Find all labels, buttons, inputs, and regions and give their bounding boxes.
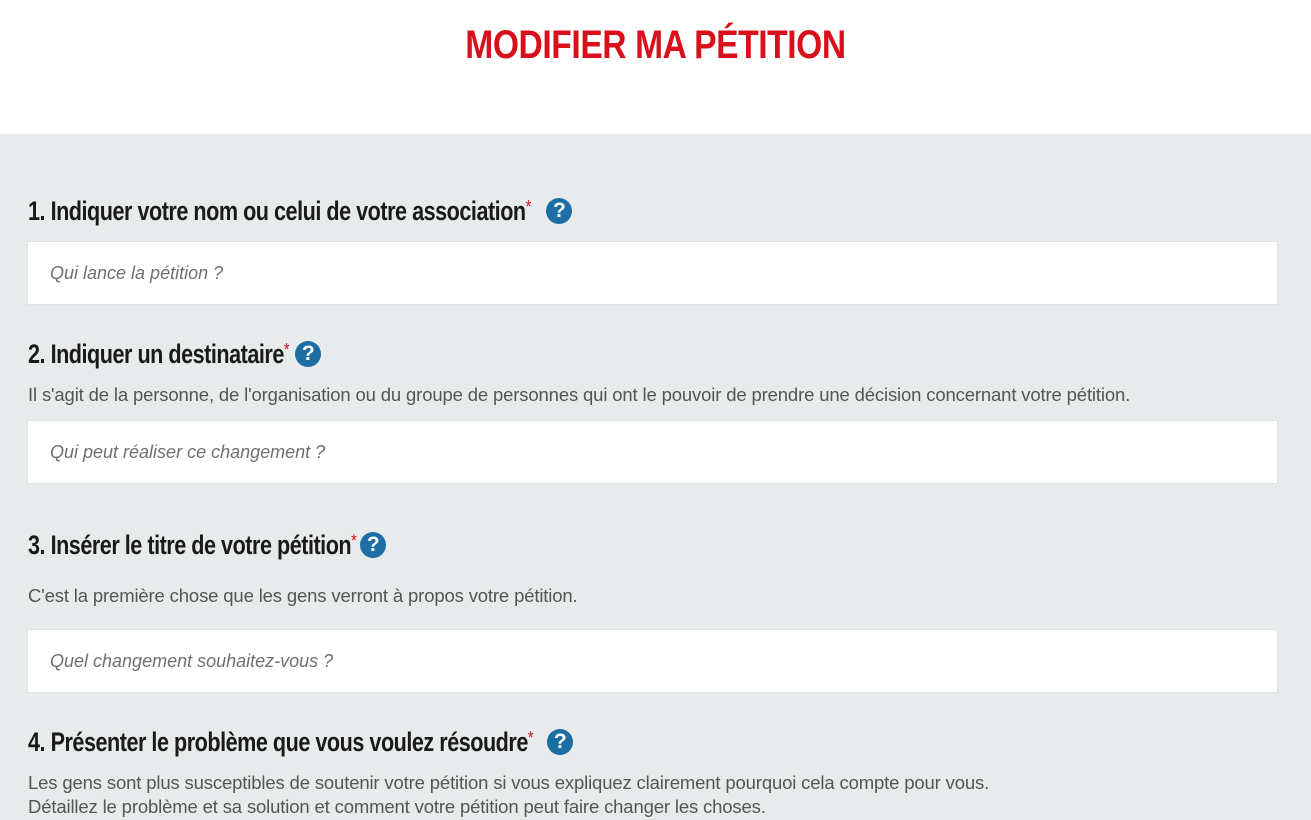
recipient-input[interactable] [27,420,1278,484]
page-title: MODIFIER MA PÉTITION [465,23,846,67]
page-header: MODIFIER MA PÉTITION [0,0,1311,134]
petition-form: 1. Indiquer votre nom ou celui de votre … [0,134,1311,820]
question-circle-icon[interactable]: ? [295,341,322,367]
step-3-title: 3. Insérer le titre de votre pétition* [28,529,357,560]
required-asterisk: * [525,196,532,217]
step-1-heading: 1. Indiquer votre nom ou celui de votre … [28,194,573,228]
step-4-title: 4. Présenter le problème que vous voulez… [28,726,534,757]
step-2-heading: 2. Indiquer un destinataire* ? [28,337,322,371]
step-2-description: Il s'agit de la personne, de l'organisat… [28,384,1131,405]
question-circle-icon[interactable]: ? [547,729,574,755]
step-4-heading: 4. Présenter le problème que vous voulez… [28,725,574,759]
step-1-title: 1. Indiquer votre nom ou celui de votre … [28,195,532,226]
required-asterisk: * [283,339,290,360]
step-3-description: C'est la première chose que les gens ver… [28,585,578,606]
step-2-title: 2. Indiquer un destinataire* [28,338,290,369]
petitioner-name-input[interactable] [27,241,1278,305]
step-4-description-line-1: Les gens sont plus susceptibles de soute… [28,772,990,793]
question-circle-icon[interactable]: ? [546,198,573,224]
petition-title-input[interactable] [27,629,1278,693]
question-circle-icon[interactable]: ? [360,532,387,558]
step-3-heading: 3. Insérer le titre de votre pétition* ? [28,528,387,562]
required-asterisk: * [527,727,534,748]
required-asterisk: * [351,530,357,551]
step-4-description-line-2: Détaillez le problème et sa solution et … [28,796,766,817]
